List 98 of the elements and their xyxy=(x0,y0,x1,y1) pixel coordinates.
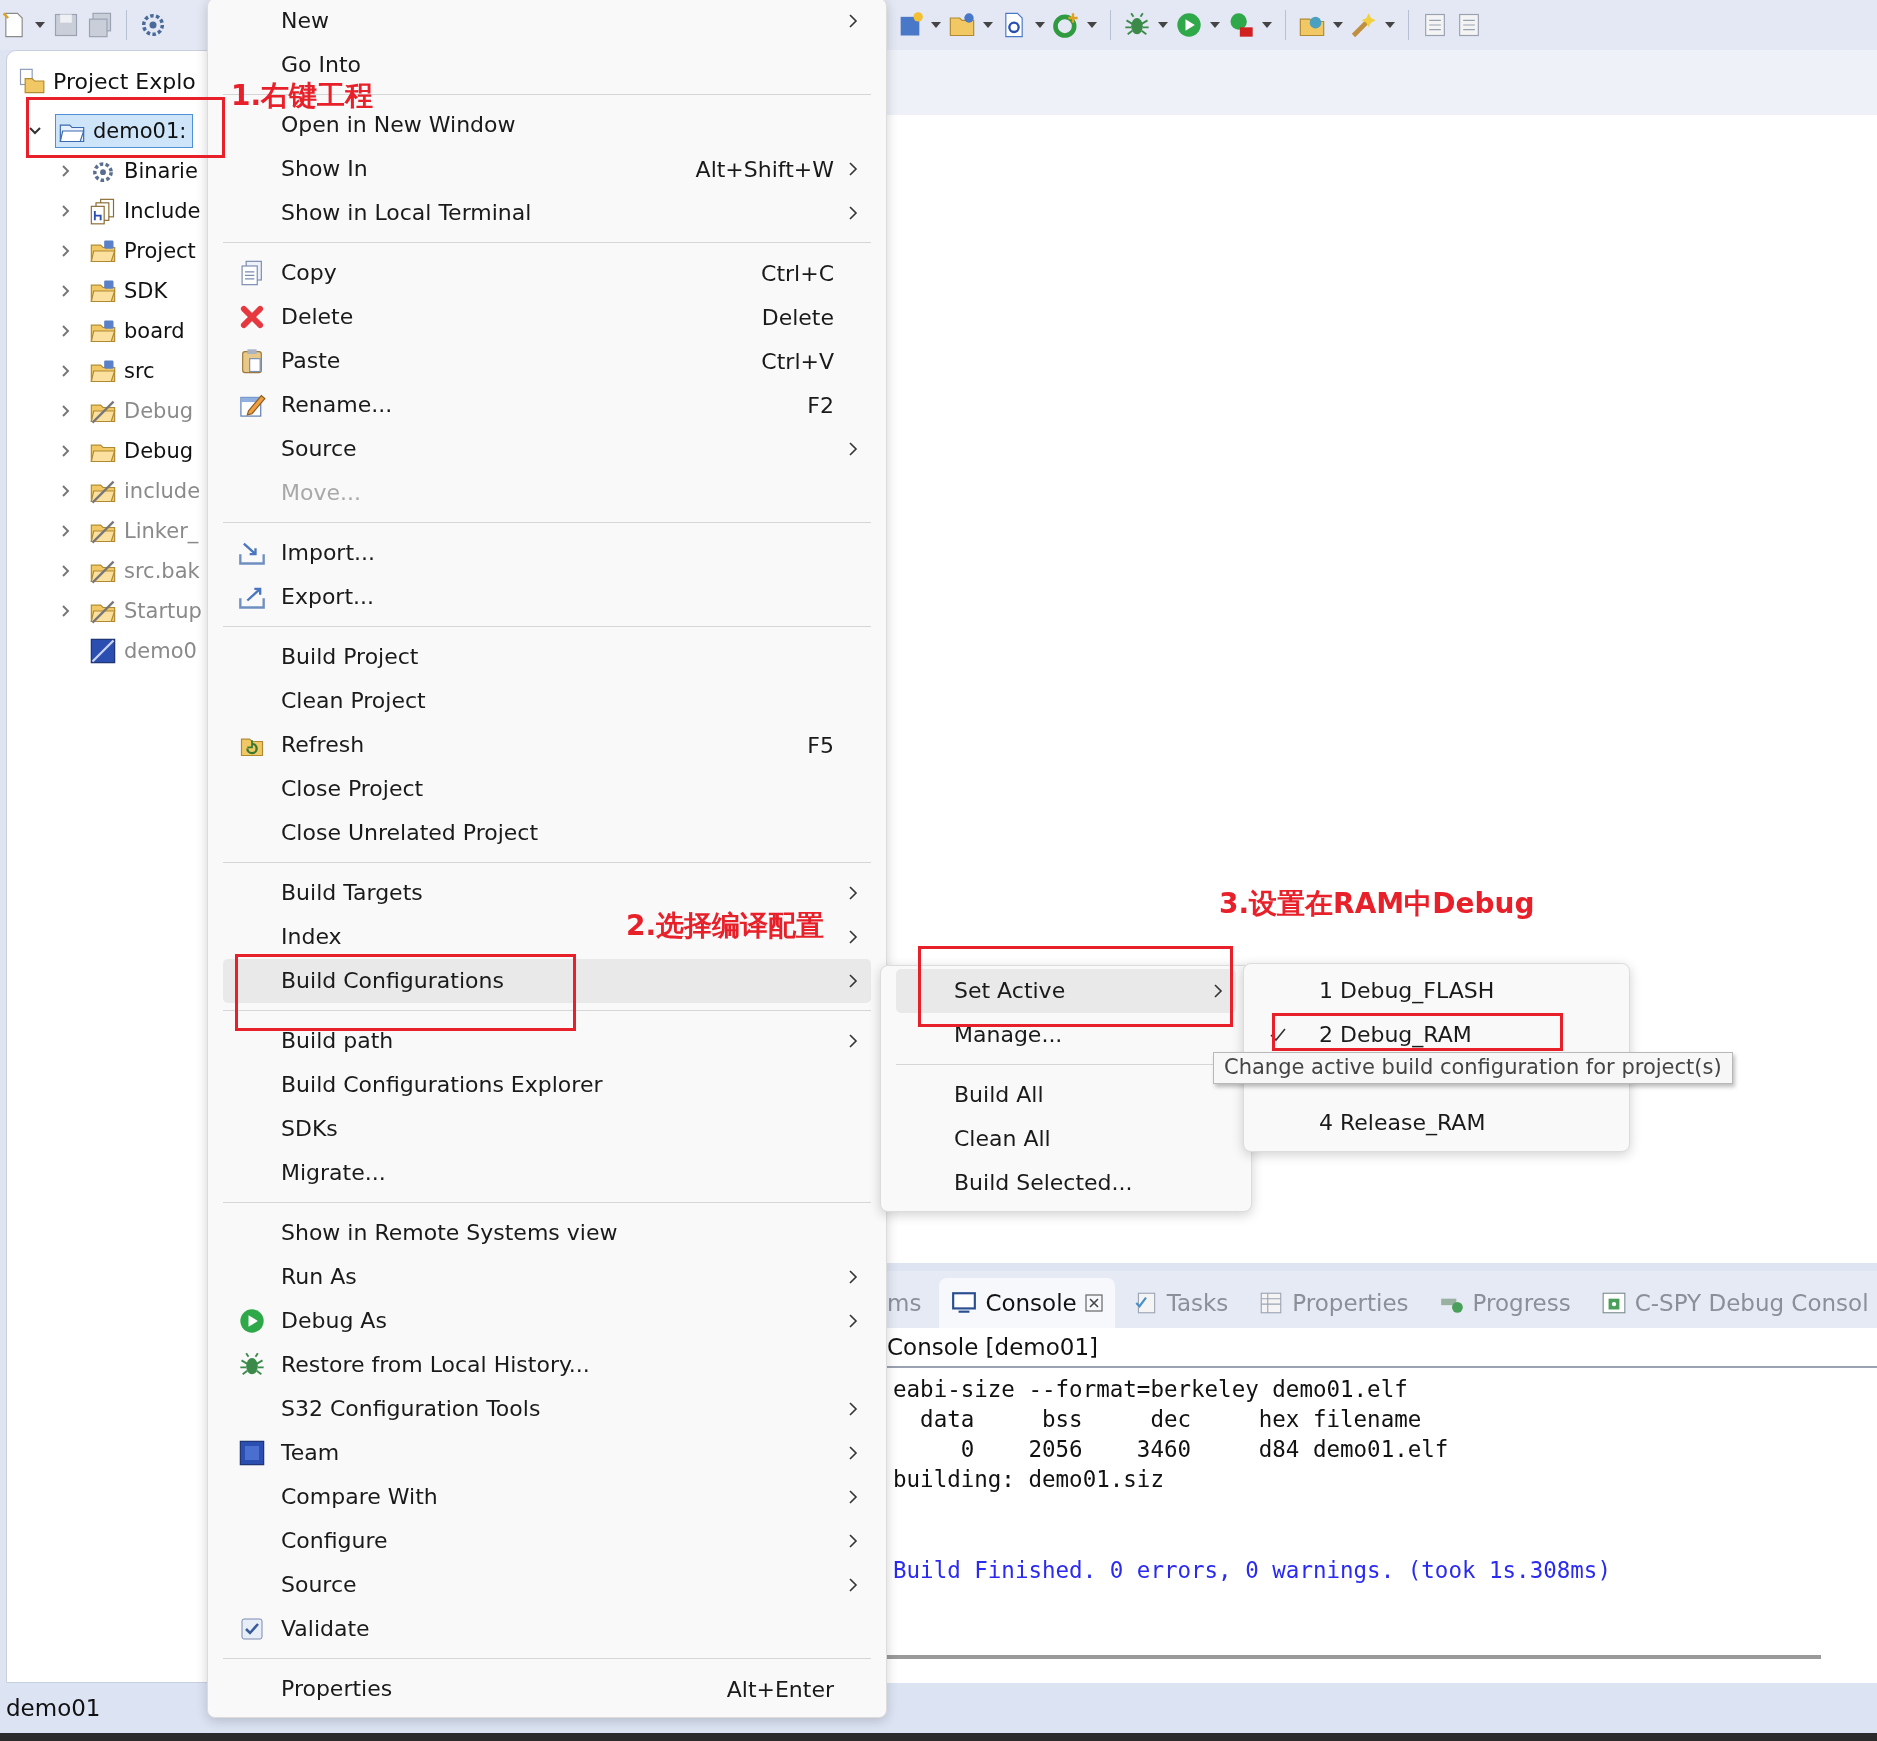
menu-item[interactable]: Manage... xyxy=(954,1024,1063,1046)
tree-item[interactable]: Project xyxy=(86,234,203,268)
cross-icon xyxy=(238,303,266,331)
play-icon xyxy=(238,1307,266,1335)
menu-item[interactable]: Rename... xyxy=(281,394,393,416)
shortcut-text: Ctrl+C xyxy=(761,260,834,286)
menu-item[interactable]: Build All xyxy=(954,1084,1044,1106)
menu-item[interactable]: Go Into xyxy=(281,54,362,76)
menu-item[interactable]: Build Selected... xyxy=(954,1172,1133,1194)
menu-item[interactable]: Run As xyxy=(281,1266,357,1288)
menu-item[interactable]: Build Configurations Explorer xyxy=(281,1074,603,1096)
console-line: building: demo01.siz xyxy=(893,1465,1165,1494)
menu-item[interactable]: Close Project xyxy=(281,778,424,800)
menu-item[interactable]: Open in New Window xyxy=(281,114,516,136)
shortcut-text: Alt+Shift+W xyxy=(695,156,834,182)
view-title: Project Explo xyxy=(53,68,196,94)
close-icon[interactable] xyxy=(1084,1294,1103,1312)
shortcut-text: Ctrl+V xyxy=(761,348,834,374)
caret-icon[interactable] xyxy=(982,21,994,29)
menu-item[interactable]: Set Active xyxy=(954,980,1066,1002)
menu-item[interactable]: New xyxy=(281,10,329,32)
scrollbar[interactable] xyxy=(887,1655,1821,1659)
tree-item[interactable]: Include xyxy=(86,194,207,228)
menu-item[interactable]: Build path xyxy=(281,1030,394,1052)
caret-icon[interactable] xyxy=(1384,21,1396,29)
console-line: data bss dec hex filename xyxy=(919,1405,1423,1434)
plus-circle-icon[interactable] xyxy=(1052,11,1080,39)
menu-item[interactable]: Clean All xyxy=(954,1128,1051,1150)
wand-icon[interactable] xyxy=(1350,11,1378,39)
folder-icon xyxy=(17,67,45,95)
menu-item[interactable]: Team xyxy=(281,1442,340,1464)
menu-item[interactable]: Build Targets xyxy=(281,882,423,904)
annotation-text: 1.右键工程 xyxy=(231,82,374,110)
save-icon[interactable] xyxy=(52,11,80,39)
tree-item[interactable]: demo01: xyxy=(55,114,194,148)
caret-icon[interactable] xyxy=(1332,21,1344,29)
menu-item[interactable]: Restore from Local History... xyxy=(281,1354,590,1376)
menu-item[interactable]: Show in Local Terminal xyxy=(281,202,532,224)
monitor-icon xyxy=(951,1290,978,1316)
tree-item[interactable]: Binarie xyxy=(86,154,205,188)
chip-icon xyxy=(238,1439,266,1467)
menu-item[interactable]: Configure xyxy=(281,1530,388,1552)
shortcut-text: Alt+Enter xyxy=(726,1676,834,1702)
menu-item[interactable]: Paste xyxy=(281,350,341,372)
caret-icon[interactable] xyxy=(930,21,942,29)
status-text: demo01 xyxy=(6,1695,101,1721)
menu-item[interactable]: Index xyxy=(281,926,342,948)
caret-icon[interactable] xyxy=(1157,21,1169,29)
header-files-icon xyxy=(89,197,117,225)
caret-icon[interactable] xyxy=(1034,21,1046,29)
tree-item[interactable]: SDK xyxy=(86,274,175,308)
menu-item[interactable]: Delete xyxy=(281,306,354,328)
menu-item[interactable]: S32 Configuration Tools xyxy=(281,1398,541,1420)
tree-item[interactable]: src xyxy=(86,354,162,388)
menu-item[interactable]: Compare With xyxy=(281,1486,438,1508)
tooltip: Change active build configuration for project(s) xyxy=(1213,1052,1733,1084)
menu-item[interactable]: Clean Project xyxy=(281,690,426,712)
menu-item[interactable]: 2 Debug_RAM xyxy=(1319,1024,1472,1046)
menu-item[interactable]: Close Unrelated Project xyxy=(281,822,539,844)
menu-item[interactable]: Source xyxy=(281,438,357,460)
gear-icon[interactable] xyxy=(139,11,167,39)
menu-item[interactable]: SDKs xyxy=(281,1118,338,1140)
menu-item[interactable]: Build Configurations xyxy=(281,970,504,992)
annotation-text: 3.设置在RAM中Debug xyxy=(1219,890,1535,918)
caret-icon[interactable] xyxy=(1086,21,1098,29)
menu-item: Move... xyxy=(281,482,361,504)
shortcut-text: F2 xyxy=(807,392,834,418)
menu-item[interactable]: Show in Remote Systems view xyxy=(281,1222,618,1244)
caret-icon[interactable] xyxy=(34,21,46,29)
caret-icon[interactable] xyxy=(1261,21,1273,29)
annotation-text: 2.选择编译配置 xyxy=(626,912,825,940)
menu-item[interactable]: Migrate... xyxy=(281,1162,386,1184)
folder-icon[interactable] xyxy=(948,11,976,39)
view-tab[interactable]: Console xyxy=(939,1278,1115,1328)
menu-item[interactable]: Import... xyxy=(281,542,375,564)
menu-item[interactable]: Refresh xyxy=(281,734,365,756)
menu-item[interactable]: Debug As xyxy=(281,1310,387,1332)
menu-item[interactable]: 4 Release_RAM xyxy=(1319,1112,1486,1134)
caret-icon[interactable] xyxy=(1209,21,1221,29)
menu-item[interactable]: Source xyxy=(281,1574,357,1596)
checkbox[interactable] xyxy=(241,1618,263,1640)
console-line: 0 2056 3460 d84 demo01.elf xyxy=(959,1435,1450,1464)
menu-item[interactable]: 1 Debug_FLASH xyxy=(1319,980,1495,1002)
menu-item[interactable]: Build Project xyxy=(281,646,419,668)
tree-item[interactable]: board xyxy=(86,314,192,348)
menu-item[interactable]: Validate xyxy=(281,1618,370,1640)
shortcut-text: Delete xyxy=(761,304,834,330)
shortcut-text: F5 xyxy=(807,732,834,758)
tree-item[interactable]: Debug xyxy=(86,434,201,468)
window-icon xyxy=(1600,1290,1627,1316)
menu-item[interactable]: Show In xyxy=(281,158,368,180)
console-line: eabi-size --format=berkeley demo01.elf xyxy=(893,1375,1409,1404)
play-icon[interactable] xyxy=(1175,11,1203,39)
menu-item[interactable]: Export... xyxy=(281,586,374,608)
menu-item[interactable]: Copy xyxy=(281,262,337,284)
menu-item[interactable]: Properties xyxy=(281,1678,393,1700)
chip-icon xyxy=(89,637,117,665)
console-line: Build Finished. 0 errors, 0 warnings. (took 1s.308ms) xyxy=(893,1556,1612,1585)
